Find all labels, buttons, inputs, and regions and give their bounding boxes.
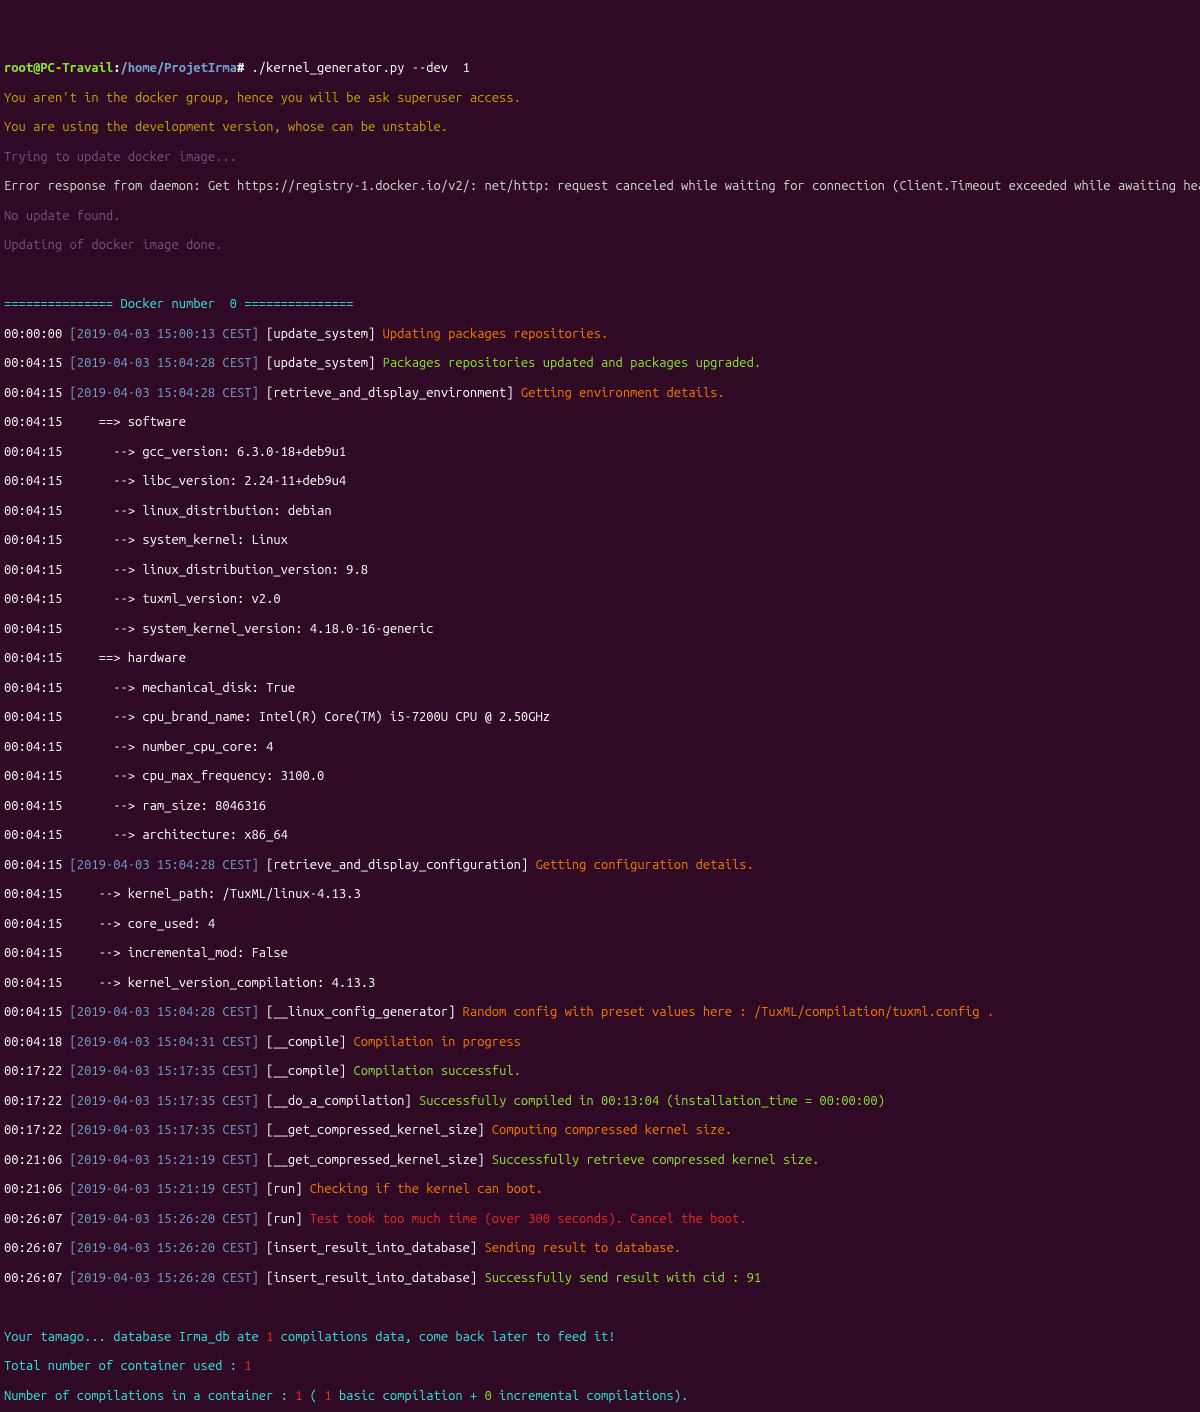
log-row-20: 00:04:15 --> kernel_path: /TuxML/linux-4… — [4, 887, 1196, 902]
log-row-33: 00:26:07 [2019-04-03 15:26:20 CEST] [ins… — [4, 1271, 1196, 1286]
log-row-28: 00:17:22 [2019-04-03 15:17:35 CEST] [__g… — [4, 1123, 1196, 1138]
prompt-user-host: root@PC-Travail — [4, 61, 113, 75]
prompt-space — [244, 61, 251, 75]
blank-line — [4, 268, 1196, 283]
log-row-30: 00:21:06 [2019-04-03 15:21:19 CEST] [run… — [4, 1182, 1196, 1197]
footer-line-3: Number of compilations in a container : … — [4, 1389, 1196, 1404]
log-row-23: 00:04:15 --> kernel_version_compilation:… — [4, 976, 1196, 991]
log-row-05: 00:04:15 --> gcc_version: 6.3.0-18+deb9u… — [4, 445, 1196, 460]
log-row-19: 00:04:15 [2019-04-03 15:04:28 CEST] [ret… — [4, 858, 1196, 873]
prompt-line[interactable]: root@PC-Travail:/home/ProjetIrma# ./kern… — [4, 61, 1196, 76]
log-row-01: 00:00:00 [2019-04-03 15:00:13 CEST] [upd… — [4, 327, 1196, 342]
log-row-12: 00:04:15 ==> hardware — [4, 651, 1196, 666]
log-row-22: 00:04:15 --> incremental_mod: False — [4, 946, 1196, 961]
log-row-31: 00:26:07 [2019-04-03 15:26:20 CEST] [run… — [4, 1212, 1196, 1227]
log-row-11: 00:04:15 --> system_kernel_version: 4.18… — [4, 622, 1196, 637]
prompt-path: /home/ProjetIrma — [120, 61, 236, 75]
info-line-6: Updating of docker image done. — [4, 238, 1196, 253]
log-row-24: 00:04:15 [2019-04-03 15:04:28 CEST] [__l… — [4, 1005, 1196, 1020]
log-row-03: 00:04:15 [2019-04-03 15:04:28 CEST] [ret… — [4, 386, 1196, 401]
log-row-06: 00:04:15 --> libc_version: 2.24-11+deb9u… — [4, 474, 1196, 489]
terminal-window: { "prompt": { "user_host": "root@PC-Trav… — [0, 0, 1200, 706]
log-row-13: 00:04:15 --> mechanical_disk: True — [4, 681, 1196, 696]
log-row-27: 00:17:22 [2019-04-03 15:17:35 CEST] [__d… — [4, 1094, 1196, 1109]
log-row-18: 00:04:15 --> architecture: x86_64 — [4, 828, 1196, 843]
footer-line-2: Total number of container used : 1 — [4, 1359, 1196, 1374]
blank-line-2 — [4, 1300, 1196, 1315]
warn-line-2: You are using the development version, w… — [4, 120, 1196, 135]
info-line-3: Trying to update docker image... — [4, 150, 1196, 165]
log-row-08: 00:04:15 --> system_kernel: Linux — [4, 533, 1196, 548]
log-row-02: 00:04:15 [2019-04-03 15:04:28 CEST] [upd… — [4, 356, 1196, 371]
log-row-29: 00:21:06 [2019-04-03 15:21:19 CEST] [__g… — [4, 1153, 1196, 1168]
docker-separator: =============== Docker number 0 ========… — [4, 297, 1196, 312]
log-row-10: 00:04:15 --> tuxml_version: v2.0 — [4, 592, 1196, 607]
command-text: ./kernel_generator.py --dev 1 — [252, 61, 470, 75]
footer-line-1: Your tamago... database Irma_db ate 1 co… — [4, 1330, 1196, 1345]
log-row-26: 00:17:22 [2019-04-03 15:17:35 CEST] [__c… — [4, 1064, 1196, 1079]
log-row-04: 00:04:15 ==> software — [4, 415, 1196, 430]
log-row-21: 00:04:15 --> core_used: 4 — [4, 917, 1196, 932]
info-line-5: No update found. — [4, 209, 1196, 224]
log-row-15: 00:04:15 --> number_cpu_core: 4 — [4, 740, 1196, 755]
log-row-32: 00:26:07 [2019-04-03 15:26:20 CEST] [ins… — [4, 1241, 1196, 1256]
log-row-16: 00:04:15 --> cpu_max_frequency: 3100.0 — [4, 769, 1196, 784]
log-row-25: 00:04:18 [2019-04-03 15:04:31 CEST] [__c… — [4, 1035, 1196, 1050]
log-row-07: 00:04:15 --> linux_distribution: debian — [4, 504, 1196, 519]
log-row-09: 00:04:15 --> linux_distribution_version:… — [4, 563, 1196, 578]
log-row-17: 00:04:15 --> ram_size: 8046316 — [4, 799, 1196, 814]
log-row-14: 00:04:15 --> cpu_brand_name: Intel(R) Co… — [4, 710, 1196, 725]
warn-line-1: You aren't in the docker group, hence yo… — [4, 91, 1196, 106]
error-line-4: Error response from daemon: Get https://… — [4, 179, 1196, 194]
